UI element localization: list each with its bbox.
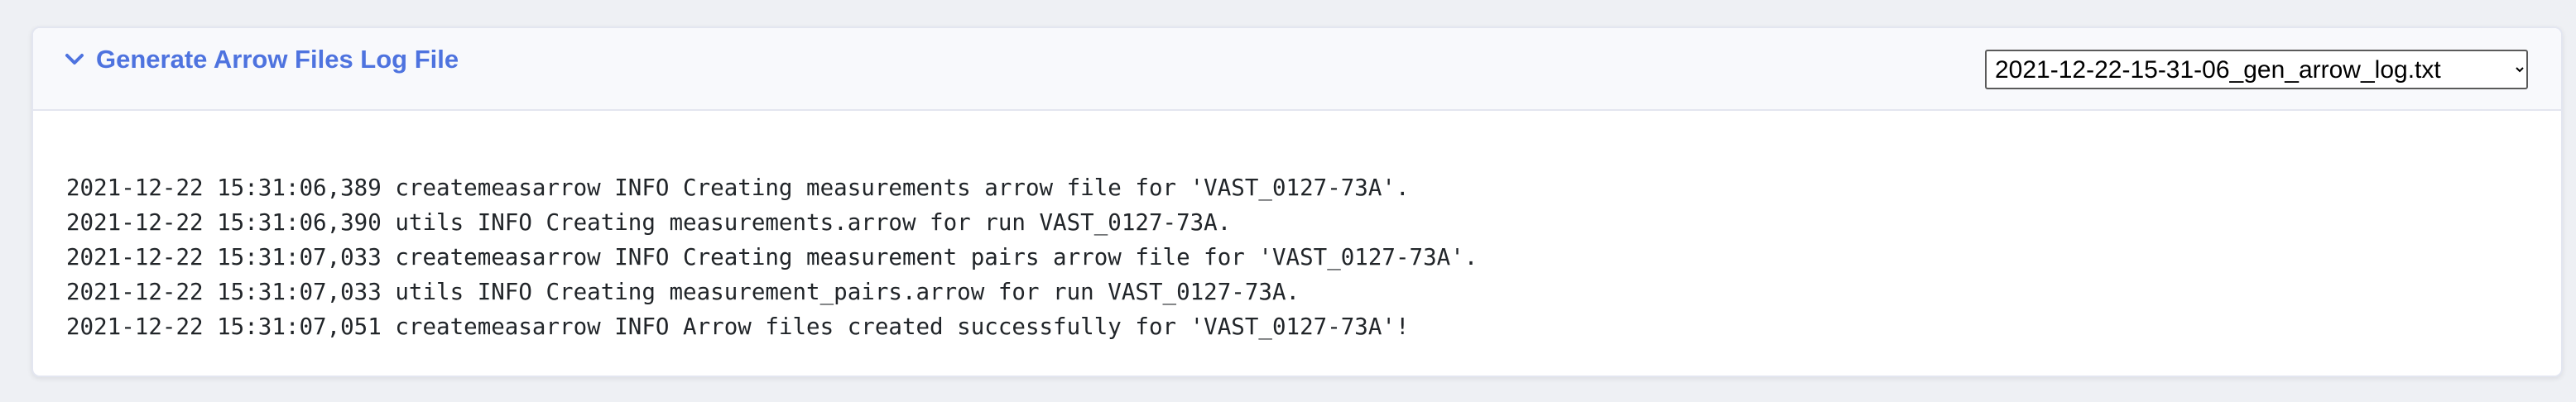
chevron-down-icon xyxy=(65,54,84,65)
card-body: 2021-12-22 15:31:06,389 createmeasarrow … xyxy=(33,111,2561,376)
card-header: Generate Arrow Files Log File 2021-12-22… xyxy=(33,28,2561,111)
log-line: 2021-12-22 15:31:06,390 utils INFO Creat… xyxy=(66,209,1232,236)
log-line: 2021-12-22 15:31:07,051 createmeasarrow … xyxy=(66,313,1410,340)
log-file-card: Generate Arrow Files Log File 2021-12-22… xyxy=(31,26,2563,377)
log-line: 2021-12-22 15:31:06,389 createmeasarrow … xyxy=(66,175,1410,201)
card-title: Generate Arrow Files Log File xyxy=(96,45,459,74)
log-line: 2021-12-22 15:31:07,033 utils INFO Creat… xyxy=(66,279,1300,305)
log-line: 2021-12-22 15:31:07,033 createmeasarrow … xyxy=(66,244,1478,270)
log-file-select[interactable]: 2021-12-22-15-31-06_gen_arrow_log.txt xyxy=(1985,50,2528,89)
collapse-toggle[interactable]: Generate Arrow Files Log File xyxy=(65,45,459,74)
log-output: 2021-12-22 15:31:06,389 createmeasarrow … xyxy=(66,170,2561,344)
